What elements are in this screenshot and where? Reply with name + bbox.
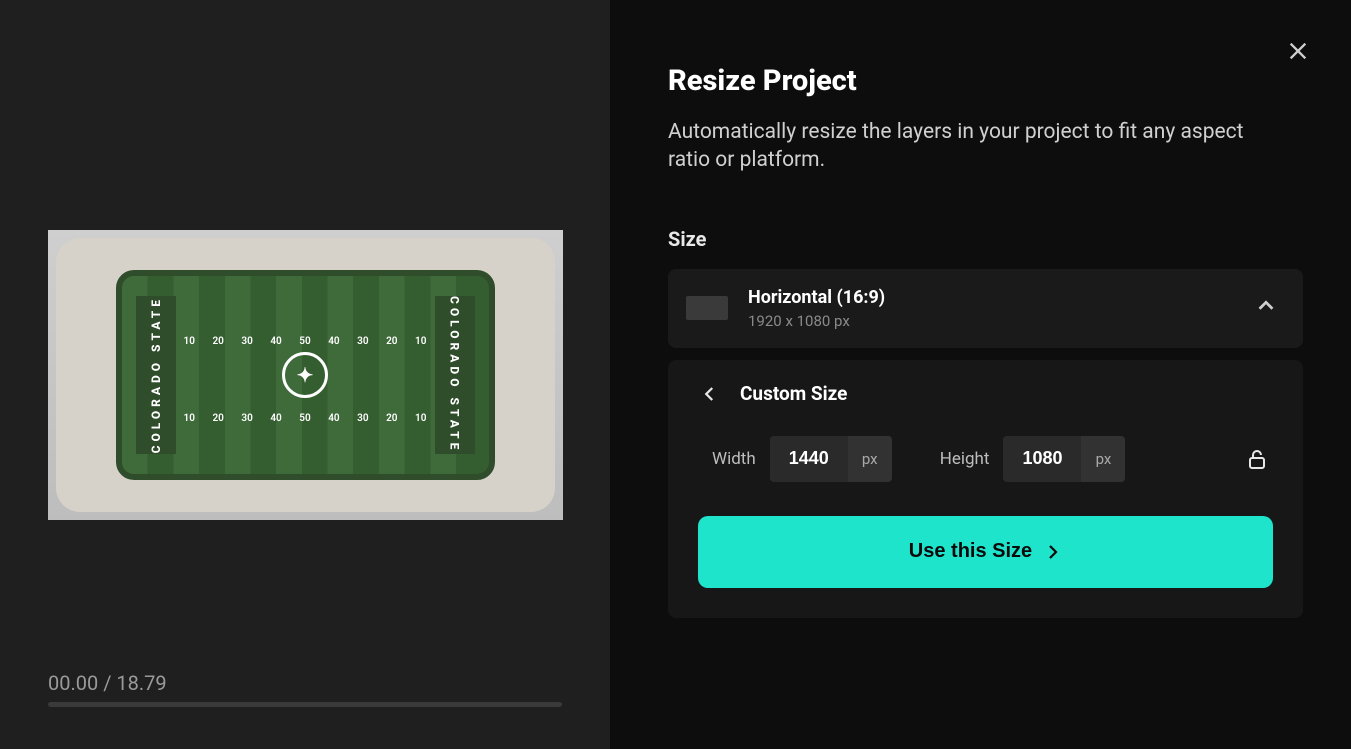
editor-left-pane: COLORADO STATE COLORADO STATE ✦ 10203040… xyxy=(0,0,610,749)
height-label: Height xyxy=(940,449,990,469)
width-label: Width xyxy=(712,449,756,469)
panel-subtitle: Automatically resize the layers in your … xyxy=(668,118,1278,175)
size-section-label: Size xyxy=(668,227,1303,251)
width-input[interactable] xyxy=(770,436,848,482)
yard-numbers-bottom: 102030405040302010 xyxy=(184,413,427,424)
resize-panel: Resize Project Automatically resize the … xyxy=(610,0,1351,749)
video-preview[interactable]: COLORADO STATE COLORADO STATE ✦ 10203040… xyxy=(48,230,563,520)
chevron-right-icon xyxy=(1044,543,1062,561)
chevron-up-icon xyxy=(1255,295,1277,321)
custom-size-heading: Custom Size xyxy=(740,382,847,405)
total-time: 18.79 xyxy=(116,671,166,695)
chevron-left-icon xyxy=(701,385,719,403)
playback-time: 00.00 / 18.79 xyxy=(48,671,167,695)
panel-title: Resize Project xyxy=(668,64,1303,98)
preview-area: COLORADO STATE COLORADO STATE ✦ 10203040… xyxy=(0,0,610,749)
close-icon xyxy=(1287,40,1309,62)
height-unit: px xyxy=(1081,436,1125,482)
endzone-left-text: COLORADO STATE xyxy=(149,296,163,453)
width-unit: px xyxy=(848,436,892,482)
endzone-right-text: COLORADO STATE xyxy=(448,296,462,453)
yard-numbers-top: 102030405040302010 xyxy=(184,336,427,347)
unlock-icon xyxy=(1245,447,1269,471)
aspect-lock-toggle[interactable] xyxy=(1241,443,1273,475)
midfield-logo: ✦ xyxy=(282,352,328,398)
custom-size-card: Custom Size Width px Height px xyxy=(668,360,1303,618)
preset-thumbnail-icon xyxy=(686,296,728,320)
scrub-bar[interactable] xyxy=(48,702,562,707)
use-size-button[interactable]: Use this Size xyxy=(698,516,1273,588)
preset-name: Horizontal (16:9) xyxy=(748,287,1235,308)
size-preset-dropdown[interactable]: Horizontal (16:9) 1920 x 1080 px xyxy=(668,269,1303,348)
height-input[interactable] xyxy=(1003,436,1081,482)
current-time: 00.00 xyxy=(48,671,98,695)
preset-dimensions: 1920 x 1080 px xyxy=(748,312,1235,330)
back-button[interactable] xyxy=(698,382,722,406)
close-button[interactable] xyxy=(1281,34,1315,68)
use-size-label: Use this Size xyxy=(909,540,1032,563)
